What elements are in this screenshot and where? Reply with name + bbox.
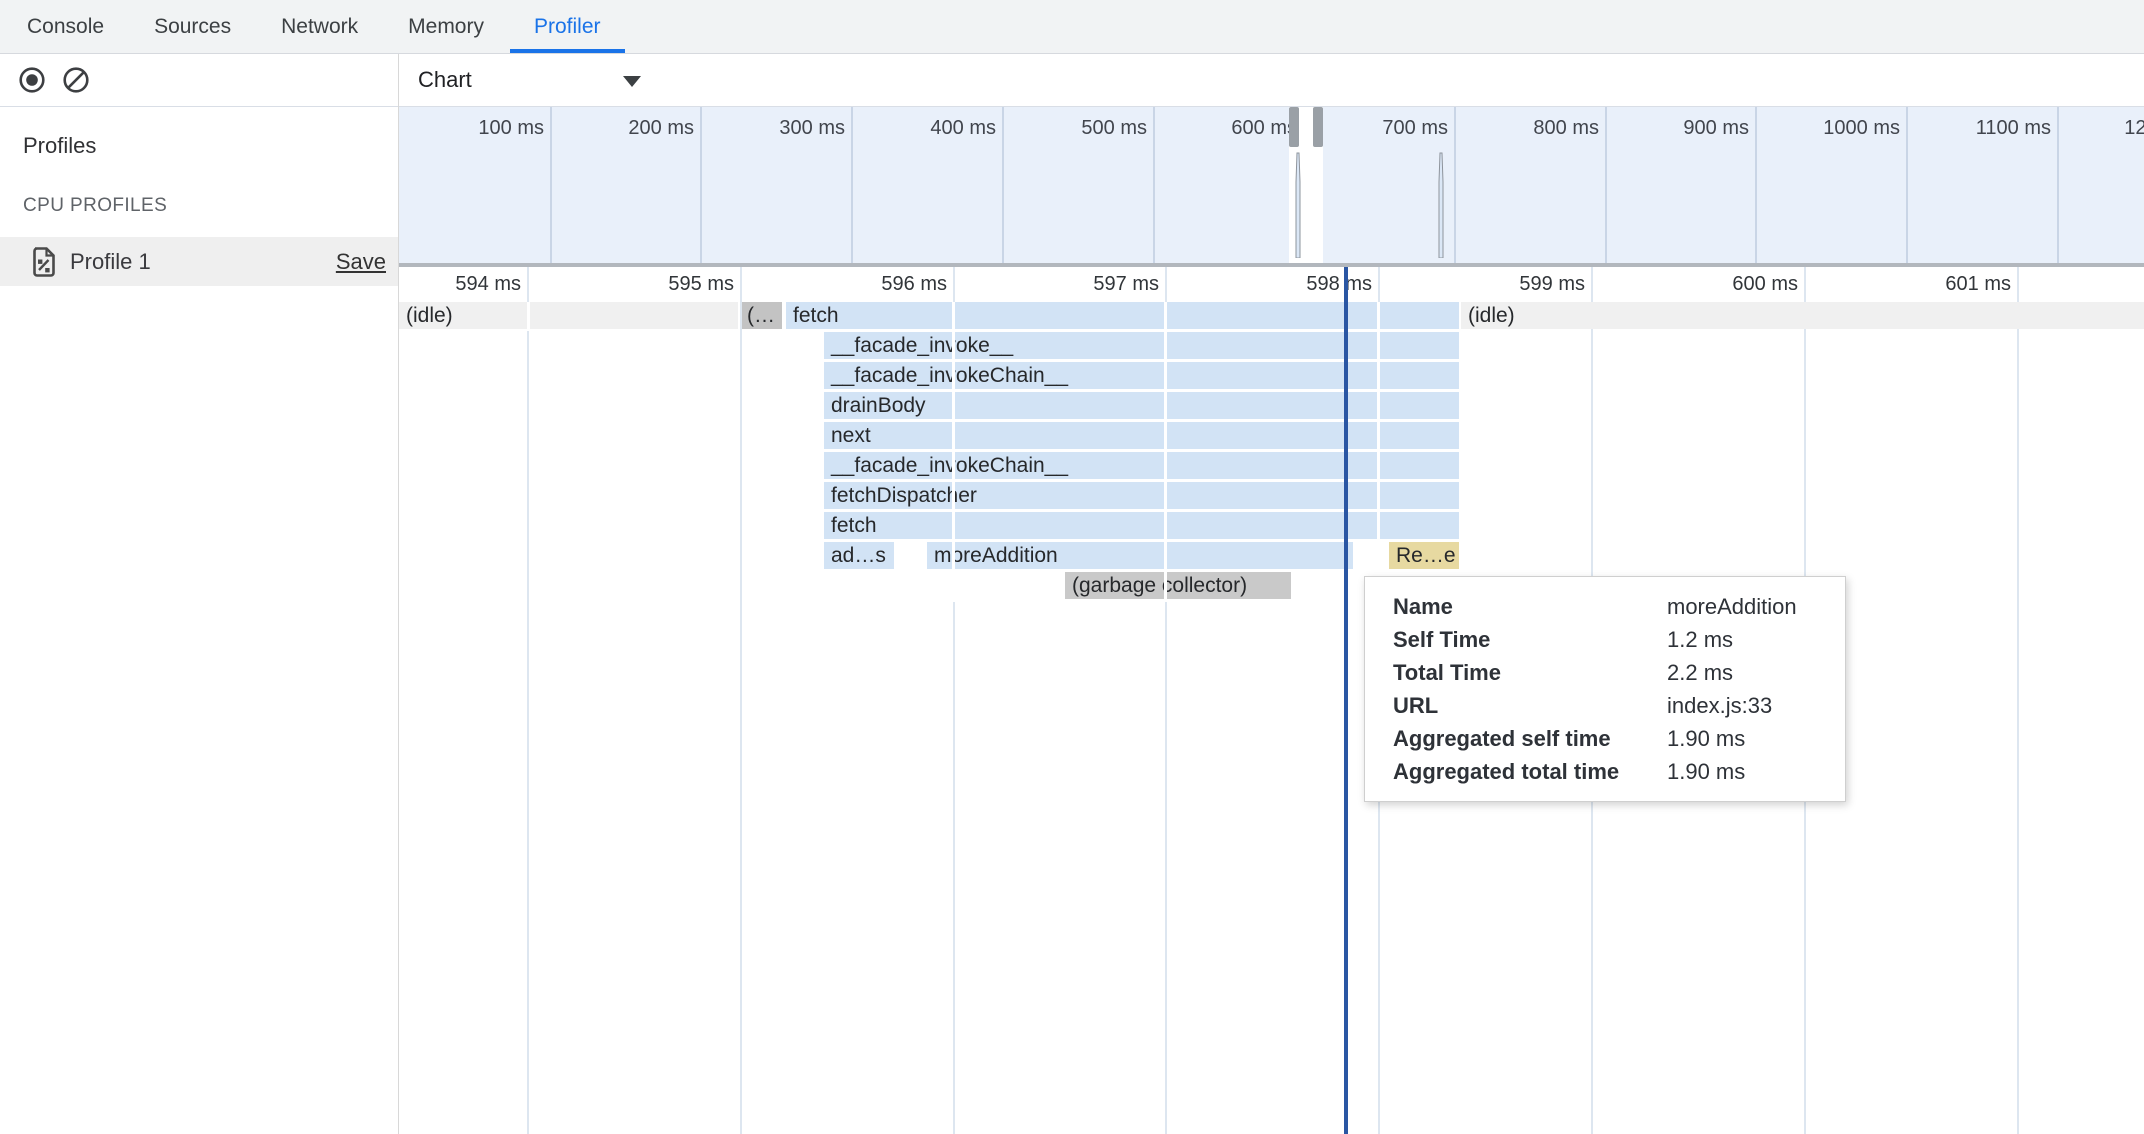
selection-handle-right[interactable] <box>1313 107 1323 147</box>
overview-tick-label: 1100 ms <box>1921 117 2051 140</box>
save-profile-link[interactable]: Save <box>336 249 386 275</box>
flame-bar--facade-invokechain-[interactable]: __facade_invokeChain__ <box>824 362 1459 389</box>
overview-tick-label: 1200 ms <box>2071 117 2144 140</box>
flame-bar-drainbody[interactable]: drainBody <box>824 392 1459 419</box>
overview-tick-label: 300 ms <box>715 117 845 140</box>
overview-gridline <box>2057 107 2059 263</box>
overview-gridline <box>1153 107 1155 263</box>
detail-gridline <box>740 267 742 1134</box>
tooltip-label: URL <box>1393 689 1667 722</box>
flame-bar--garbage-collector-[interactable]: (garbage collector) <box>1065 572 1291 599</box>
flame-chart-area: 594 ms 595 ms 596 ms 597 ms 598 ms 599 ms 600 … <box>399 267 2144 1134</box>
flame-bar-fetch[interactable]: fetch <box>786 302 1459 329</box>
tooltip-row: NamemoreAddition <box>1365 590 1845 623</box>
overview-tick-label: 600 ms <box>1167 117 1297 140</box>
flame-bar--[interactable]: (… <box>742 302 782 329</box>
ruler-tick-label: 597 ms <box>1029 273 1159 296</box>
overview-gridline <box>851 107 853 263</box>
flame-bar-ad-s[interactable]: ad…s <box>824 542 894 569</box>
cpu-activity-spike <box>1436 148 1446 263</box>
tooltip-label: Aggregated self time <box>1393 722 1667 755</box>
tooltip-value: 2.2 ms <box>1667 656 1845 689</box>
overview-gridline <box>1002 107 1004 263</box>
view-mode-select[interactable]: Chart <box>418 54 658 106</box>
sidebar-item-profile-1[interactable]: Profile 1 Save <box>0 237 398 286</box>
profiler-toolbar: Chart <box>399 54 2144 107</box>
overview-gridline <box>1605 107 1607 263</box>
overview-gridline <box>1906 107 1908 263</box>
ruler-tick-label: 598 ms <box>1242 273 1372 296</box>
overview-tick-label: 500 ms <box>1017 117 1147 140</box>
selection-handle-left[interactable] <box>1289 107 1299 147</box>
clear-profiles-icon[interactable] <box>62 66 90 94</box>
frame-details-tooltip: NamemoreAdditionSelf Time1.2 msTotal Tim… <box>1364 576 1846 802</box>
ruler-tick-label: 594 ms <box>399 273 521 296</box>
flame-bar--facade-invokechain-[interactable]: __facade_invokeChain__ <box>824 452 1459 479</box>
detail-gridline <box>2017 267 2019 1134</box>
current-time-marker <box>1344 267 1348 1134</box>
flame-bar-moreaddition[interactable]: moreAddition <box>927 542 1353 569</box>
tooltip-value: index.js:33 <box>1667 689 1845 722</box>
tooltip-row: Total Time2.2 ms <box>1365 656 1845 689</box>
tooltip-label: Name <box>1393 590 1667 623</box>
gridline-overlay <box>952 302 955 602</box>
overview-tick-label: 400 ms <box>866 117 996 140</box>
tooltip-value: 1.2 ms <box>1667 623 1845 656</box>
gridline-overlay <box>1164 302 1167 602</box>
overview-tick-label: 1000 ms <box>1770 117 1900 140</box>
profile-name: Profile 1 <box>70 249 336 275</box>
overview-gridline <box>1454 107 1456 263</box>
tooltip-value: 1.90 ms <box>1667 722 1845 755</box>
flame-bar-fetchdispatcher[interactable]: fetchDispatcher <box>824 482 1459 509</box>
chevron-down-icon <box>623 76 641 87</box>
flame-bar-fetch[interactable]: fetch <box>824 512 1459 539</box>
ruler-tick-label: 601 ms <box>1881 273 2011 296</box>
tooltip-row: Aggregated self time1.90 ms <box>1365 722 1845 755</box>
flame-bar--idle-[interactable]: (idle) <box>1461 302 2144 329</box>
ruler-tick-label: 600 ms <box>1668 273 1798 296</box>
tab-network[interactable]: Network <box>257 0 382 53</box>
profiles-heading: Profiles <box>23 133 398 159</box>
tooltip-row: URLindex.js:33 <box>1365 689 1845 722</box>
flame-bar-re-e[interactable]: Re…e <box>1389 542 1459 569</box>
tab-profiler[interactable]: Profiler <box>510 0 625 53</box>
tooltip-label: Self Time <box>1393 623 1667 656</box>
tab-sources[interactable]: Sources <box>130 0 255 53</box>
detail-gridline <box>527 267 529 1134</box>
ruler-tick-label: 595 ms <box>604 273 734 296</box>
profiles-sidebar: Profiles CPU PROFILES Profile 1 Save <box>0 54 398 1134</box>
timeline-overview[interactable]: 100 ms 200 ms 300 ms 400 ms 500 ms 600 ms 700 … <box>399 107 2144 267</box>
ruler-tick-label: 599 ms <box>1455 273 1585 296</box>
flame-bar--facade-invoke-[interactable]: __facade_invoke__ <box>824 332 1459 359</box>
tooltip-label: Total Time <box>1393 656 1667 689</box>
overview-gridline <box>700 107 702 263</box>
tooltip-label: Aggregated total time <box>1393 755 1667 788</box>
tab-memory[interactable]: Memory <box>384 0 508 53</box>
gridline-overlay <box>527 302 530 331</box>
overview-tick-label: 200 ms <box>564 117 694 140</box>
tooltip-value: moreAddition <box>1667 590 1845 623</box>
profiler-main-panel: Chart 100 ms 200 ms 300 ms 400 ms 500 ms 600 … <box>398 54 2144 1134</box>
tooltip-row: Aggregated total time1.90 ms <box>1365 755 1845 788</box>
overview-gridline <box>1755 107 1757 263</box>
cpu-profiles-section-heading: CPU PROFILES <box>23 195 398 217</box>
flame-bar-next[interactable]: next <box>824 422 1459 449</box>
record-profile-icon[interactable] <box>18 66 46 94</box>
gridline-overlay <box>1377 302 1380 602</box>
overview-gridline <box>550 107 552 263</box>
overview-tick-label: 700 ms <box>1318 117 1448 140</box>
ruler-tick-label: 596 ms <box>817 273 947 296</box>
overview-tick-label: 900 ms <box>1619 117 1749 140</box>
devtools-window: ConsoleSourcesNetworkMemoryProfiler Prof… <box>0 0 2144 1134</box>
overview-tick-label: 100 ms <box>414 117 544 140</box>
flame-bar--idle-[interactable]: (idle) <box>399 302 738 329</box>
overview-tick-label: 800 ms <box>1469 117 1599 140</box>
cpu-profile-document-icon <box>31 247 57 277</box>
tab-console[interactable]: Console <box>3 0 128 53</box>
tooltip-row: Self Time1.2 ms <box>1365 623 1845 656</box>
cpu-activity-spike <box>1293 148 1303 263</box>
tooltip-value: 1.90 ms <box>1667 755 1845 788</box>
devtools-tab-bar: ConsoleSourcesNetworkMemoryProfiler <box>0 0 2144 54</box>
sidebar-toolbar <box>0 54 398 107</box>
